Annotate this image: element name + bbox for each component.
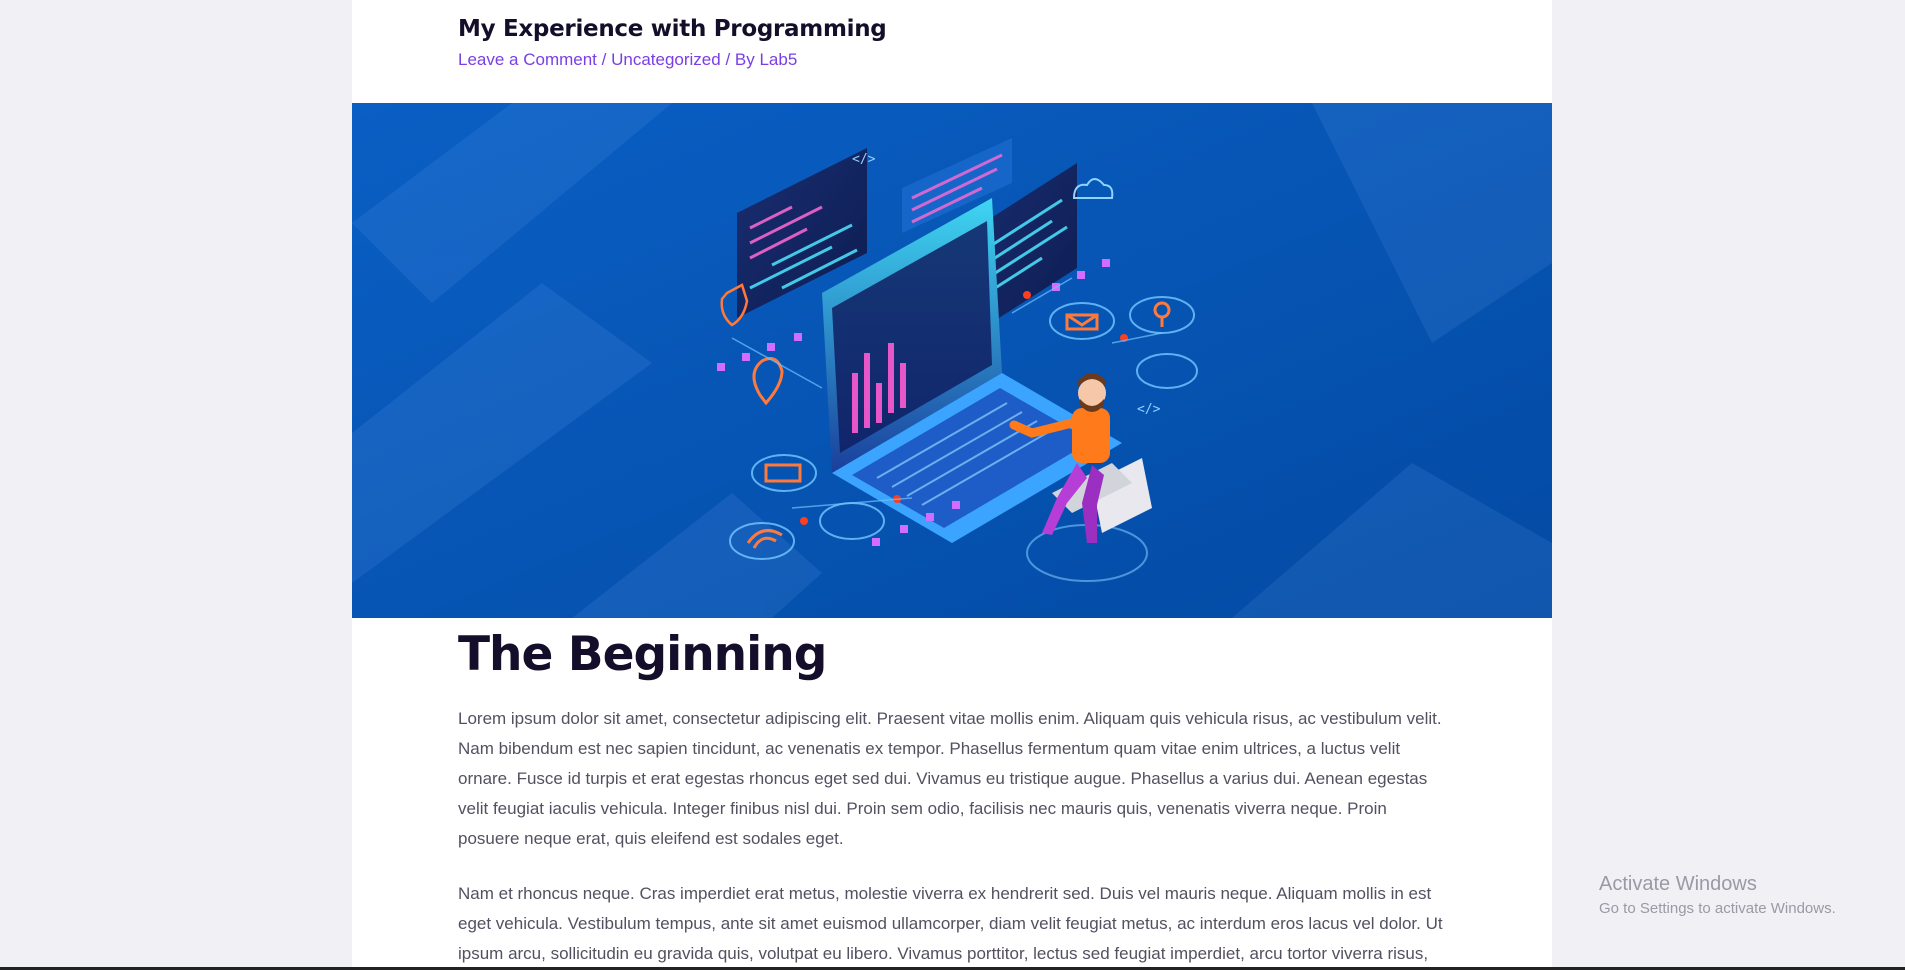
post-meta: Leave a Comment / Uncategorized / By Lab… — [458, 50, 1552, 70]
activate-windows-watermark: Activate Windows Go to Settings to activ… — [1599, 873, 1836, 917]
by-label: By — [734, 50, 760, 69]
hero-illustration: </> </> — [352, 103, 1552, 618]
code-tag-right: </> — [1137, 402, 1161, 417]
watermark-title: Activate Windows — [1599, 873, 1757, 895]
category-link[interactable]: Uncategorized — [611, 50, 721, 69]
hero-image: </> </> — [352, 103, 1552, 618]
page-container: My Experience with Programming Leave a C… — [352, 0, 1552, 970]
meta-separator: / — [725, 50, 735, 69]
post-header: My Experience with Programming Leave a C… — [352, 0, 1552, 103]
watermark-subtitle: Go to Settings to activate Windows. — [1599, 900, 1836, 917]
meta-separator: / — [601, 50, 612, 69]
paragraph: Lorem ipsum dolor sit amet, consectetur … — [458, 709, 1442, 849]
author-link[interactable]: Lab5 — [759, 50, 797, 69]
code-tag-top: </> — [852, 152, 876, 167]
section-heading: The Beginning — [458, 627, 827, 682]
leave-comment-link[interactable]: Leave a Comment — [458, 50, 597, 69]
paragraph: Nam et rhoncus neque. Cras imperdiet era… — [458, 884, 1443, 964]
post-content: The Beginning Lorem ipsum dolor sit amet… — [458, 627, 1448, 969]
post-title: My Experience with Programming — [458, 16, 887, 42]
